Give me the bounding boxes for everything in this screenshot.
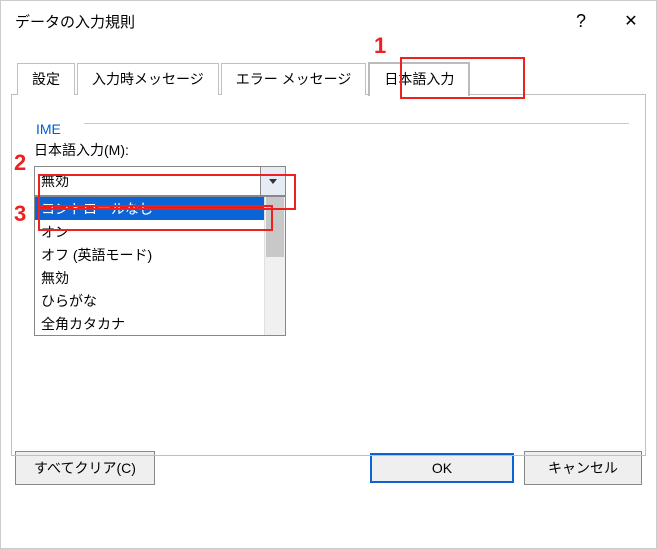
tab-error-message[interactable]: エラー メッセージ <box>221 63 367 95</box>
scrollbar-thumb[interactable] <box>266 197 284 257</box>
tab-strip: 設定 入力時メッセージ エラー メッセージ 日本語入力 <box>17 61 646 95</box>
data-validation-dialog: データの入力規則 ? ✕ 設定 入力時メッセージ エラー メッセージ 日本語入力… <box>0 0 657 549</box>
chevron-down-icon <box>269 179 277 184</box>
tab-panel-ime: IME 日本語入力(M): 無効 コントロールなし オン オフ (英語モード) … <box>11 94 646 456</box>
titlebar-buttons: ? ✕ <box>556 1 656 41</box>
fieldset-legend: IME <box>32 121 65 137</box>
list-item[interactable]: 無効 <box>35 266 264 289</box>
combobox-value: 無効 <box>35 167 260 195</box>
titlebar: データの入力規則 ? ✕ <box>1 1 656 41</box>
dropdown-scrollbar[interactable] <box>264 197 285 335</box>
tab-ime[interactable]: 日本語入力 <box>368 62 470 96</box>
content-area: 設定 入力時メッセージ エラー メッセージ 日本語入力 IME 日本語入力(M)… <box>1 41 656 441</box>
list-item[interactable]: オフ (英語モード) <box>35 243 264 266</box>
list-item[interactable]: コントロールなし <box>35 197 264 220</box>
list-item[interactable]: ひらがな <box>35 289 264 312</box>
cancel-button[interactable]: キャンセル <box>524 451 642 485</box>
combobox-dropdown-button[interactable] <box>260 167 285 195</box>
ime-mode-combobox[interactable]: 無効 <box>34 166 286 196</box>
ok-button[interactable]: OK <box>370 453 514 483</box>
tab-input-message[interactable]: 入力時メッセージ <box>77 63 219 95</box>
dialog-title: データの入力規則 <box>15 11 135 32</box>
ime-mode-dropdown-list: コントロールなし オン オフ (英語モード) 無効 ひらがな 全角カタカナ <box>34 196 286 336</box>
close-button[interactable]: ✕ <box>606 1 656 41</box>
list-items-container: コントロールなし オン オフ (英語モード) 無効 ひらがな 全角カタカナ <box>35 197 264 335</box>
fieldset-body: 日本語入力(M): 無効 コントロールなし オン オフ (英語モード) 無効 ひ… <box>24 124 633 346</box>
list-item[interactable]: オン <box>35 220 264 243</box>
list-item[interactable]: 全角カタカナ <box>35 312 264 335</box>
ime-mode-label: 日本語入力(M): <box>34 140 623 160</box>
tab-settings[interactable]: 設定 <box>17 63 75 95</box>
help-button[interactable]: ? <box>556 1 606 41</box>
clear-all-button[interactable]: すべてクリア(C) <box>15 451 155 485</box>
